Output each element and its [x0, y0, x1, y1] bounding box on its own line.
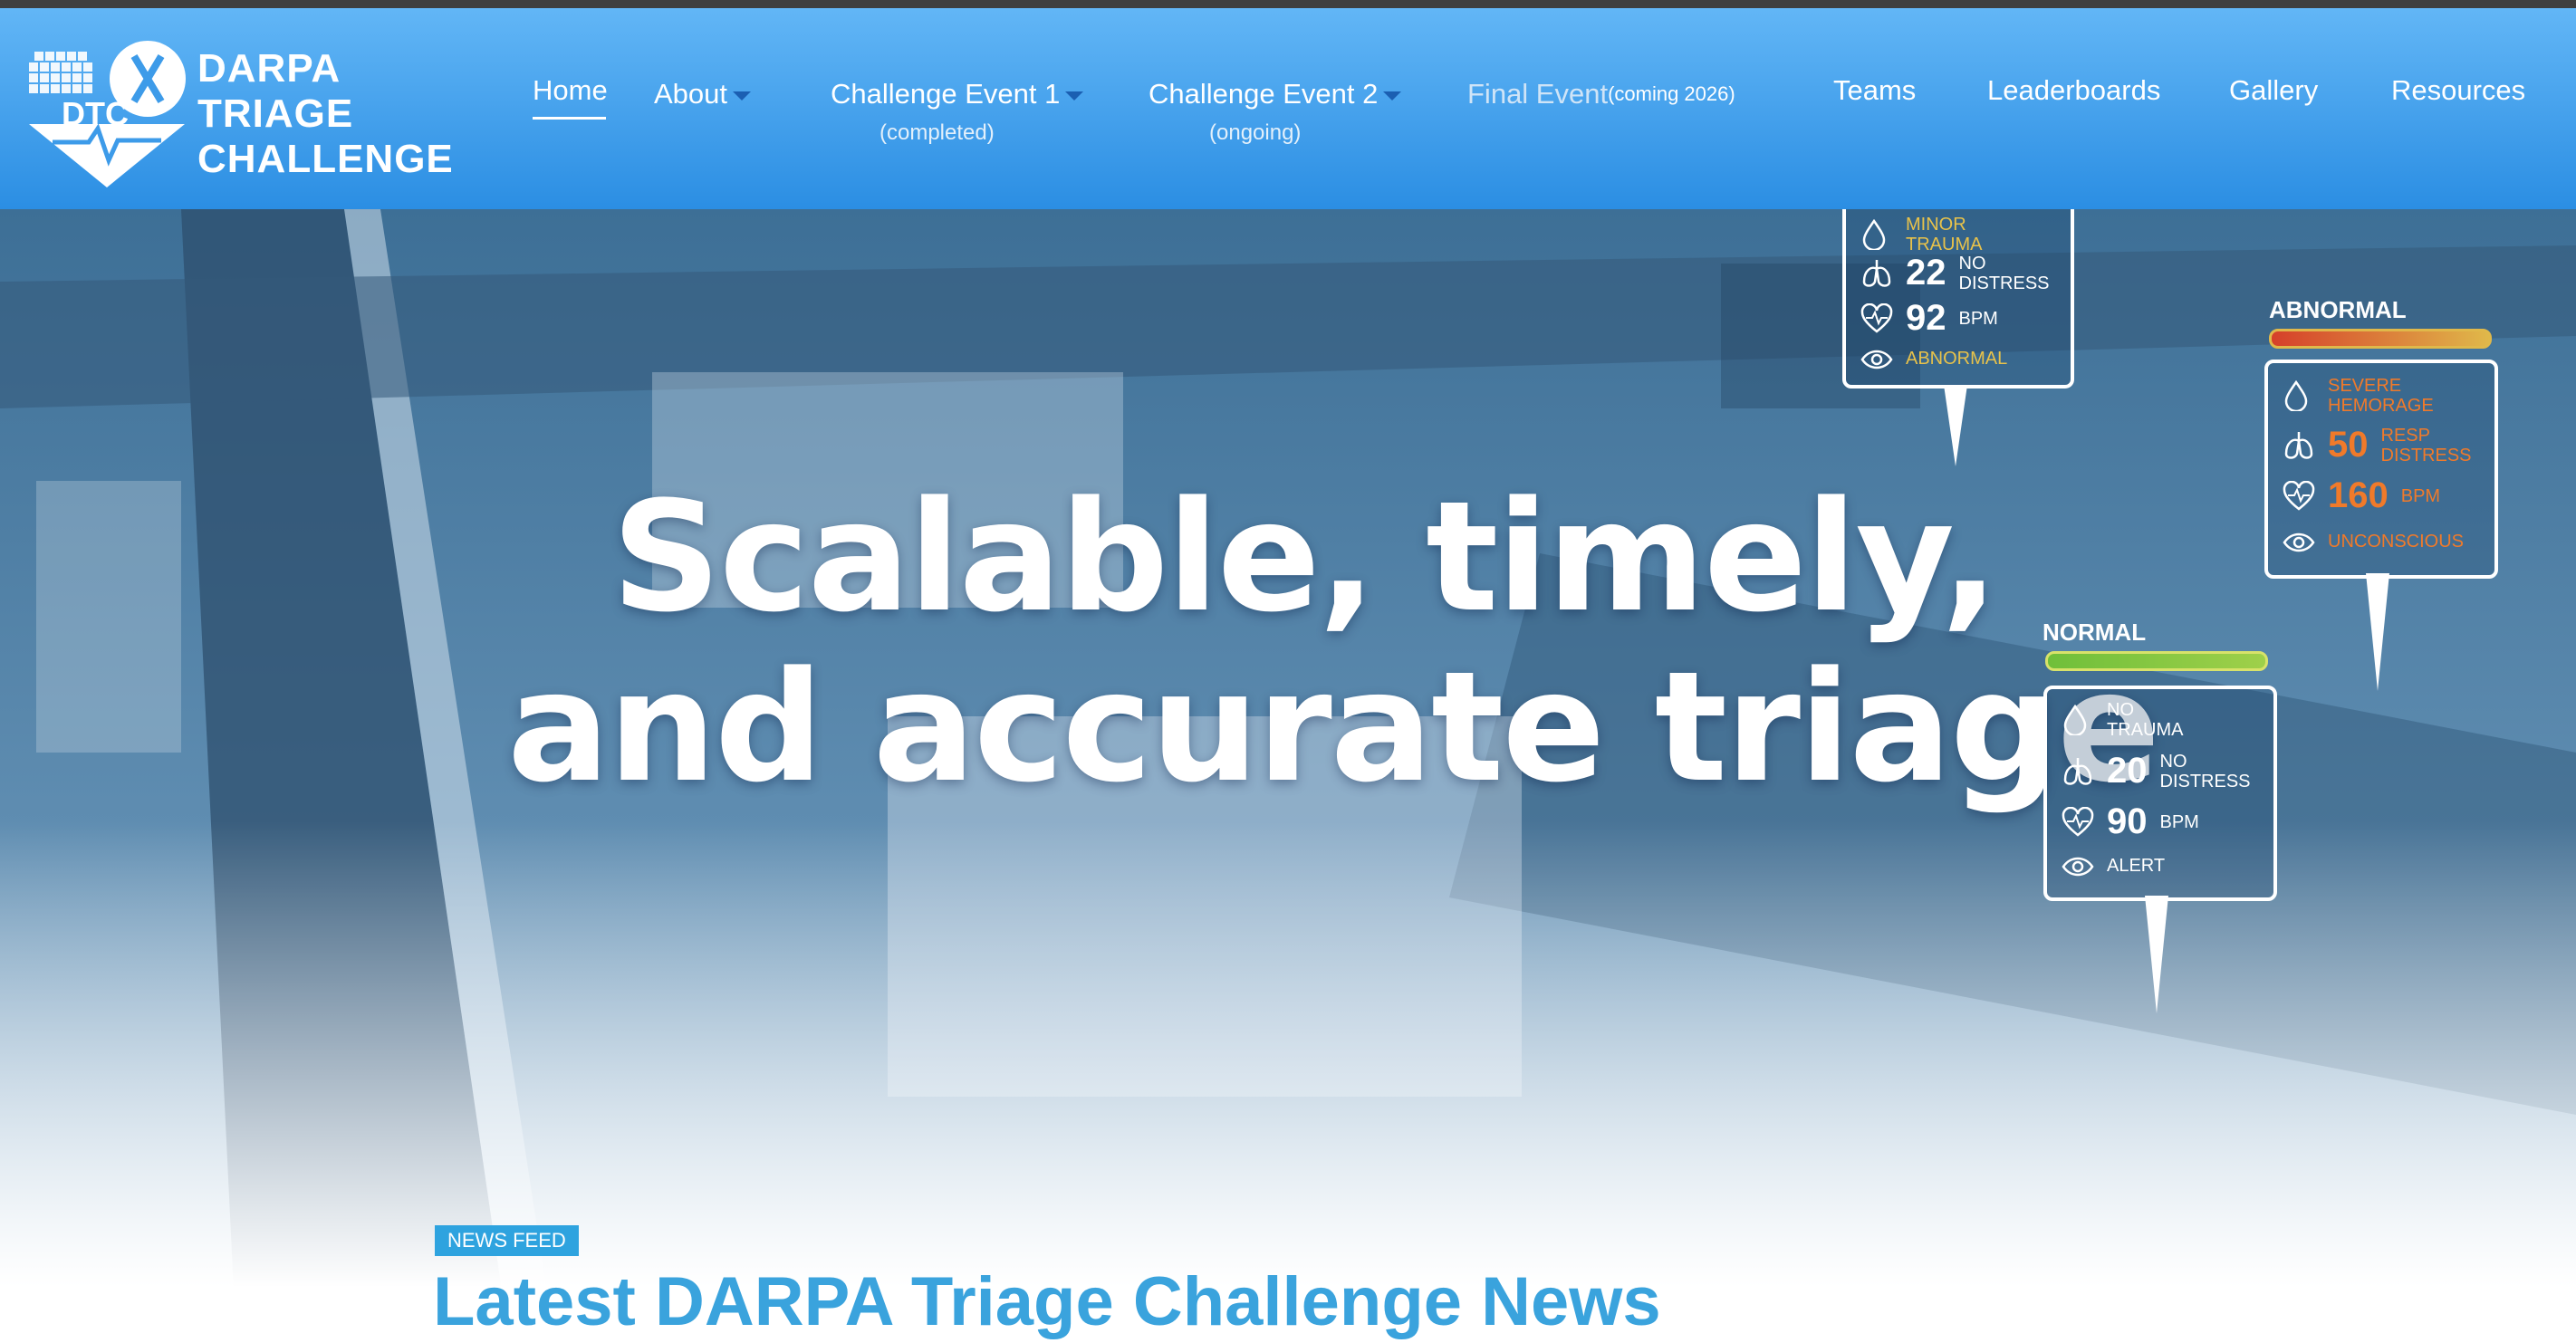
vitals-resp-value: 22 [1906, 253, 1946, 293]
vitals-resp-value: 50 [2328, 425, 2369, 465]
vitals-trauma-text: SEVERE HEMORAGE [2328, 376, 2434, 416]
vitals-hr-value: 92 [1906, 298, 1946, 338]
news-feed-badge: NEWS FEED [435, 1225, 579, 1256]
nav-final-status: (coming 2026) [1608, 82, 1735, 105]
severity-bar-normal [2045, 651, 2268, 671]
caret-down-icon [1383, 91, 1402, 101]
vitals-alert-text: ALERT [2107, 856, 2166, 876]
nav-home-underline [533, 117, 606, 120]
drop-icon [2062, 704, 2094, 737]
vitals-trauma-text: MINOR TRAUMA [1906, 215, 1983, 254]
nav-resources[interactable]: Resources [2391, 73, 2525, 108]
hero-headline-line1: Scalable, timely, [611, 468, 1999, 646]
dtc-abbrev: DTC [62, 95, 129, 132]
caret-down-icon [1065, 91, 1084, 101]
heart-pulse-icon [2062, 806, 2094, 838]
eye-icon [2283, 526, 2315, 557]
vitals-resp-label: NO DISTRESS [1958, 253, 2050, 293]
site-header: DTC DARPA TRIAGE CHALLENGE Home About Ch… [0, 8, 2576, 209]
eye-icon [1860, 343, 1893, 374]
nav-event2-label: Challenge Event 2 [1149, 78, 1379, 110]
status-normal-label: NORMAL [2043, 619, 2147, 646]
nav-about-label: About [654, 78, 728, 110]
card-pointer [2145, 896, 2168, 1013]
lungs-icon [1860, 258, 1893, 289]
logo-wordmark: DARPA TRIAGE CHALLENGE [197, 46, 454, 182]
drop-icon [1860, 218, 1893, 252]
status-abnormal-label: ABNORMAL [2269, 296, 2407, 323]
nav-event1-label: Challenge Event 1 [831, 78, 1061, 110]
nav-event2-status: (ongoing) [1209, 120, 1302, 145]
vitals-row-resp: 50 RESP DISTRESS [2283, 425, 2472, 465]
caret-down-icon [733, 91, 752, 101]
logo-line-triage: TRIAGE [197, 91, 354, 136]
vitals-card-normal: NO TRAUMA 20 NO DISTRESS 90 BPM ALERT [2043, 686, 2277, 901]
vitals-resp-label: NO DISTRESS [2159, 751, 2251, 791]
nav-challenge-event-2[interactable]: Challenge Event 2 [1149, 77, 1402, 111]
vitals-row-resp: 20 NO DISTRESS [2062, 751, 2251, 791]
vitals-card-abnormal: SEVERE HEMORAGE 50 RESP DISTRESS 160 BPM… [2264, 360, 2498, 579]
vitals-row-consciousness: UNCONSCIOUS [2283, 526, 2464, 557]
nav-event1-status: (completed) [879, 120, 995, 145]
site-logo[interactable]: DTC DARPA TRIAGE CHALLENGE [25, 34, 454, 192]
vitals-row-hr: 160 BPM [2283, 475, 2440, 516]
vitals-hr-label: BPM [1958, 308, 1998, 329]
nav-final-label: Final Event [1467, 78, 1609, 110]
vitals-hr-value: 90 [2107, 801, 2148, 841]
vitals-hr-value: 160 [2328, 475, 2389, 515]
logo-line-darpa: DARPA [197, 46, 341, 91]
vitals-resp-label: RESP DISTRESS [2380, 425, 2472, 465]
eye-icon [2062, 850, 2094, 881]
vitals-row-trauma: MINOR TRAUMA [1860, 215, 1996, 254]
vitals-alert-text: UNCONSCIOUS [2328, 532, 2465, 552]
nav-leaderboards[interactable]: Leaderboards [1987, 73, 2160, 108]
news-section-title: Latest DARPA Triage Challenge News [433, 1263, 1661, 1340]
vitals-row-trauma: NO TRAUMA [2062, 700, 2188, 740]
drop-icon [2283, 379, 2315, 413]
nav-about[interactable]: About [654, 77, 752, 111]
vitals-row-trauma: SEVERE HEMORAGE [2283, 376, 2437, 416]
hero-banner: Scalable, timely, and accurate triage MI… [0, 209, 2576, 1328]
hero-headline-line2: and accurate triage [507, 638, 2160, 816]
nav-home[interactable]: Home [533, 73, 608, 108]
hero-headline: Scalable, timely, and accurate triage [507, 468, 2160, 816]
vitals-row-resp: 22 NO DISTRESS [1860, 253, 2050, 293]
vitals-row-consciousness: ABNORMAL [1860, 343, 2007, 374]
card-pointer [1944, 385, 1967, 466]
lungs-icon [2283, 430, 2315, 461]
vitals-hr-label: BPM [2159, 811, 2199, 832]
vitals-hr-label: BPM [2400, 485, 2441, 506]
vitals-alert-text: ABNORMAL [1906, 349, 2008, 369]
vitals-row-consciousness: ALERT [2062, 850, 2165, 881]
nav-final-event[interactable]: Final Event(coming 2026) [1467, 77, 1735, 111]
vitals-resp-value: 20 [2107, 751, 2148, 791]
nav-gallery[interactable]: Gallery [2229, 73, 2318, 108]
nav-challenge-event-1[interactable]: Challenge Event 1 [831, 77, 1084, 111]
browser-top-strip [0, 0, 2576, 8]
vitals-row-hr: 90 BPM [2062, 801, 2199, 842]
vitals-row-hr: 92 BPM [1860, 298, 1998, 339]
vitals-card-minor: MINOR TRAUMA 22 NO DISTRESS 92 BPM ABNOR… [1842, 209, 2074, 389]
logo-line-challenge: CHALLENGE [197, 137, 454, 181]
severity-bar-abnormal [2269, 329, 2492, 349]
card-pointer [2366, 573, 2389, 691]
nav-teams[interactable]: Teams [1833, 73, 1916, 108]
vitals-trauma-text: NO TRAUMA [2107, 700, 2184, 740]
heart-pulse-icon [2283, 480, 2315, 512]
heart-pulse-icon [1860, 302, 1893, 334]
lungs-icon [2062, 756, 2094, 787]
